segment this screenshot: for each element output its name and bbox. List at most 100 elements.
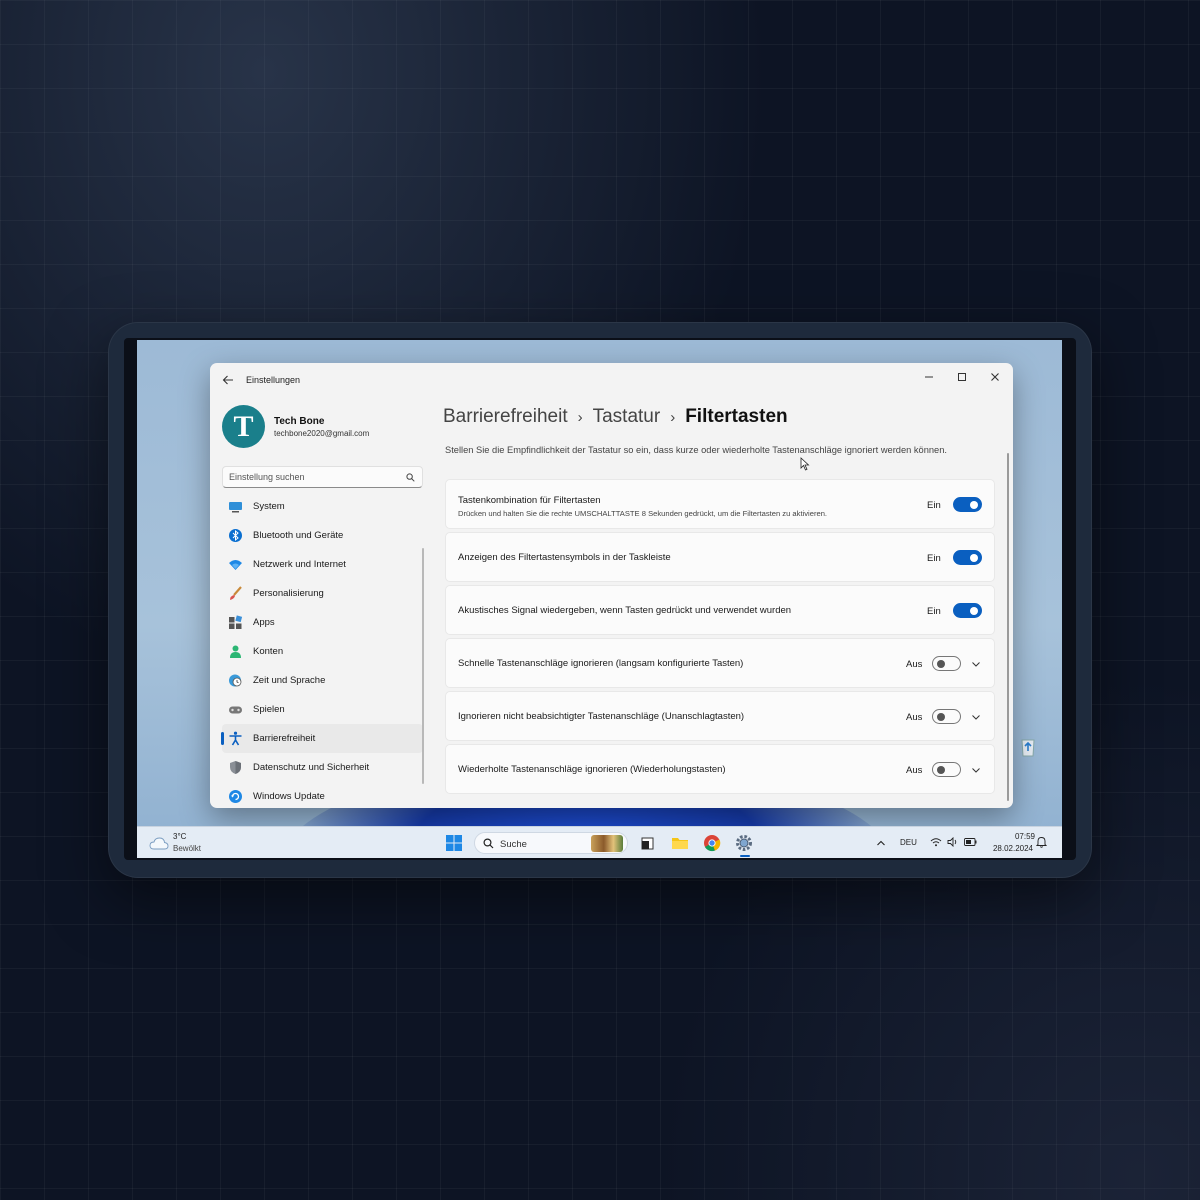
sidebar-item-privacy[interactable]: Datenschutz und Sicherheit <box>222 753 423 782</box>
setting-card-filterkeys-shortcut: Tastenkombination für Filtertasten Drück… <box>445 479 995 529</box>
screen: Einstellungen T Tech Bone techbone2020@g… <box>124 338 1076 860</box>
back-arrow-icon[interactable] <box>222 373 234 385</box>
sidebar-item-system[interactable]: System <box>222 492 423 521</box>
app-title: Einstellungen <box>246 375 301 385</box>
sidebar-item-personalization[interactable]: Personalisierung <box>222 579 423 608</box>
bounce-keys-toggle[interactable] <box>932 709 961 724</box>
taskbar: 3°C Bewölkt Suche DEU 07:59 28.02.2024 <box>137 826 1062 858</box>
chevron-down-icon[interactable] <box>971 659 981 669</box>
clock-date[interactable]: 28.02.2024 <box>987 844 1033 853</box>
avatar: T <box>222 405 265 448</box>
file-explorer-button[interactable] <box>670 833 690 853</box>
chevron-down-icon[interactable] <box>971 712 981 722</box>
chrome-button[interactable] <box>702 833 722 853</box>
brush-icon <box>228 586 243 601</box>
breadcrumb-accessibility[interactable]: Barrierefreiheit <box>443 406 568 427</box>
toggle-state-label: Aus <box>906 765 923 776</box>
content-scrollbar[interactable] <box>1007 453 1009 801</box>
active-app-indicator <box>740 855 750 857</box>
close-icon <box>991 373 999 381</box>
toggle-state-label: Aus <box>906 712 923 723</box>
search-icon <box>483 838 494 849</box>
sidebar-item-apps[interactable]: Apps <box>222 608 423 637</box>
recycle-bin-desktop-icon[interactable] <box>1013 735 1043 785</box>
breadcrumb-keyboard[interactable]: Tastatur <box>593 406 661 427</box>
setting-card-bounce-keys[interactable]: Ignorieren nicht beabsichtigter Tastenan… <box>445 691 995 741</box>
globe-clock-icon <box>228 673 243 688</box>
maximize-icon <box>958 373 966 381</box>
gamepad-icon <box>228 702 243 717</box>
close-button[interactable] <box>980 367 1010 387</box>
sidebar-item-windows-update[interactable]: Windows Update <box>222 782 423 808</box>
page-title: Filtertasten <box>685 406 788 427</box>
sidebar-nav: System Bluetooth und Geräte Netzwerk und… <box>221 492 423 808</box>
recycle-bin-icon <box>1018 735 1038 757</box>
page-description: Stellen Sie die Empfindlichkeit der Tast… <box>445 445 947 455</box>
bluetooth-icon <box>228 528 243 543</box>
chevron-up-icon[interactable] <box>876 839 886 847</box>
task-view-button[interactable] <box>637 833 657 853</box>
settings-window: Einstellungen T Tech Bone techbone2020@g… <box>210 363 1013 808</box>
bell-icon[interactable] <box>1036 836 1047 848</box>
clock-time[interactable]: 07:59 <box>989 832 1035 841</box>
toggle-state-label: Ein <box>927 553 941 564</box>
toggle-state-label: Ein <box>927 606 941 617</box>
folder-icon <box>672 838 688 849</box>
chevron-down-icon[interactable] <box>971 765 981 775</box>
chrome-icon <box>704 835 721 852</box>
person-icon <box>228 644 243 659</box>
monitor-icon <box>228 499 243 514</box>
breadcrumb: Barrierefreiheit › Tastatur › Filtertasten <box>443 406 788 432</box>
chevron-right-icon: › <box>670 408 676 426</box>
repeat-keys-toggle[interactable] <box>932 762 961 777</box>
maximize-button[interactable] <box>947 367 977 387</box>
taskbar-search[interactable]: Suche <box>474 832 628 854</box>
sidebar-item-accessibility[interactable]: Barrierefreiheit <box>221 724 423 753</box>
chevron-right-icon: › <box>577 408 583 426</box>
windows-logo-icon <box>446 835 462 851</box>
wifi-icon[interactable] <box>930 837 942 847</box>
search-input[interactable] <box>229 470 399 484</box>
settings-search-box <box>222 466 423 488</box>
weather-condition: Bewölkt <box>173 844 202 853</box>
setting-card-taskbar-icon: Anzeigen des Filtertastensymbols in der … <box>445 532 995 582</box>
active-indicator <box>221 732 224 745</box>
device-frame: Einstellungen T Tech Bone techbone2020@g… <box>108 322 1092 878</box>
setting-card-slow-keys[interactable]: Schnelle Tastenanschläge ignorieren (lan… <box>445 638 995 688</box>
setting-card-acoustic-signal: Akustisches Signal wiedergeben, wenn Tas… <box>445 585 995 635</box>
update-icon <box>228 789 243 804</box>
cloud-icon[interactable] <box>149 836 169 850</box>
speaker-icon[interactable] <box>947 837 959 847</box>
task-view-icon <box>641 837 654 850</box>
slow-keys-toggle[interactable] <box>932 656 961 671</box>
sidebar-item-bluetooth[interactable]: Bluetooth und Geräte <box>222 521 423 550</box>
weather-temperature: 3°C <box>173 832 187 841</box>
sidebar-item-accounts[interactable]: Konten <box>222 637 423 666</box>
sidebar-scrollbar[interactable] <box>422 548 424 784</box>
user-email: techbone2020@gmail.com <box>274 429 370 438</box>
sidebar-item-network[interactable]: Netzwerk und Internet <box>222 550 423 579</box>
accessibility-icon <box>228 731 243 746</box>
acoustic-signal-toggle[interactable] <box>953 603 982 618</box>
toggle-state-label: Ein <box>927 500 941 511</box>
settings-app-button[interactable] <box>734 833 754 853</box>
search-highlight-image <box>591 835 623 852</box>
apps-icon <box>228 615 243 630</box>
start-button[interactable] <box>444 833 464 853</box>
wifi-icon <box>228 557 243 572</box>
filterkeys-shortcut-toggle[interactable] <box>953 497 982 512</box>
toggle-state-label: Aus <box>906 659 923 670</box>
battery-icon[interactable] <box>964 838 977 846</box>
search-icon[interactable] <box>406 473 415 482</box>
user-name: Tech Bone <box>274 416 325 427</box>
gear-icon <box>736 835 752 851</box>
taskbar-icon-toggle[interactable] <box>953 550 982 565</box>
sidebar-item-time-language[interactable]: Zeit und Sprache <box>222 666 423 695</box>
title-bar: Einstellungen <box>210 363 1013 397</box>
minimize-button[interactable] <box>914 367 944 387</box>
setting-card-repeat-keys[interactable]: Wiederholte Tastenanschläge ignorieren (… <box>445 744 995 794</box>
input-language[interactable]: DEU <box>900 838 917 847</box>
sidebar-item-gaming[interactable]: Spielen <box>222 695 423 724</box>
shield-icon <box>228 760 243 775</box>
mouse-cursor-icon <box>800 457 810 471</box>
